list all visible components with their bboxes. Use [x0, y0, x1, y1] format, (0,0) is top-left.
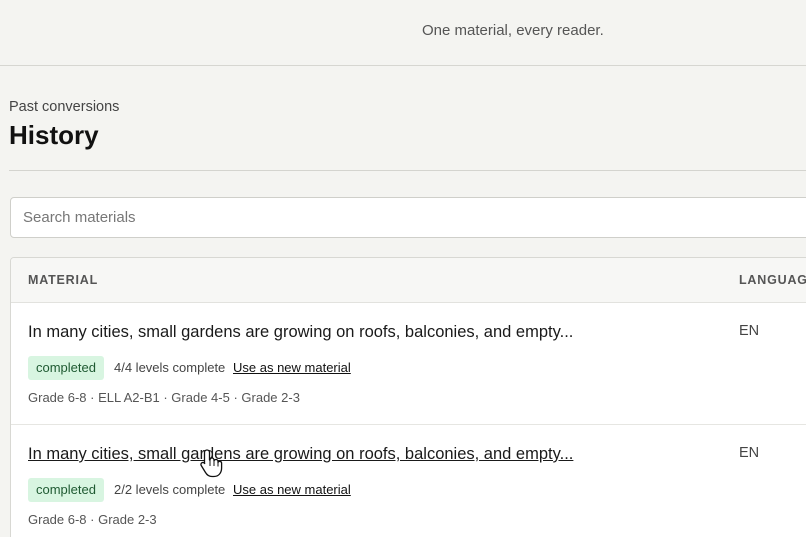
search-input[interactable] — [23, 198, 783, 237]
language-code: EN — [739, 445, 760, 461]
section-divider — [9, 170, 806, 171]
language-code: EN — [739, 323, 760, 339]
page-eyebrow: Past conversions — [9, 99, 120, 115]
material-title-link[interactable]: In many cities, small gardens are growin… — [28, 445, 573, 464]
column-header-material[interactable]: MATERIAL — [28, 273, 98, 287]
levels-count: 4/4 levels complete — [114, 360, 226, 375]
table-row: In many cities, small gardens are growin… — [11, 303, 806, 425]
status-badge: completed — [28, 478, 104, 502]
top-bar: One material, every reader. — [0, 0, 806, 66]
materials-table: MATERIAL LANGUAG In many cities, small g… — [10, 257, 806, 537]
grade-levels: Grade 6-8 · ELL A2-B1 · Grade 4-5 · Grad… — [28, 390, 300, 405]
table-row: In many cities, small gardens are growin… — [11, 425, 806, 537]
use-as-new-material-link[interactable]: Use as new material — [233, 482, 351, 497]
page-title: History — [9, 120, 99, 150]
hand-pointer-icon — [200, 449, 223, 478]
levels-count: 2/2 levels complete — [114, 482, 226, 497]
use-as-new-material-link[interactable]: Use as new material — [233, 360, 351, 375]
column-header-language[interactable]: LANGUAG — [739, 273, 806, 287]
history-page: One material, every reader. Past convers… — [0, 0, 806, 537]
app-tagline: One material, every reader. — [422, 22, 604, 39]
search-box[interactable] — [10, 197, 806, 238]
table-header: MATERIAL LANGUAG — [11, 258, 806, 303]
status-badge: completed — [28, 356, 104, 380]
grade-levels: Grade 6-8 · Grade 2-3 — [28, 512, 157, 527]
material-title-link[interactable]: In many cities, small gardens are growin… — [28, 323, 573, 342]
